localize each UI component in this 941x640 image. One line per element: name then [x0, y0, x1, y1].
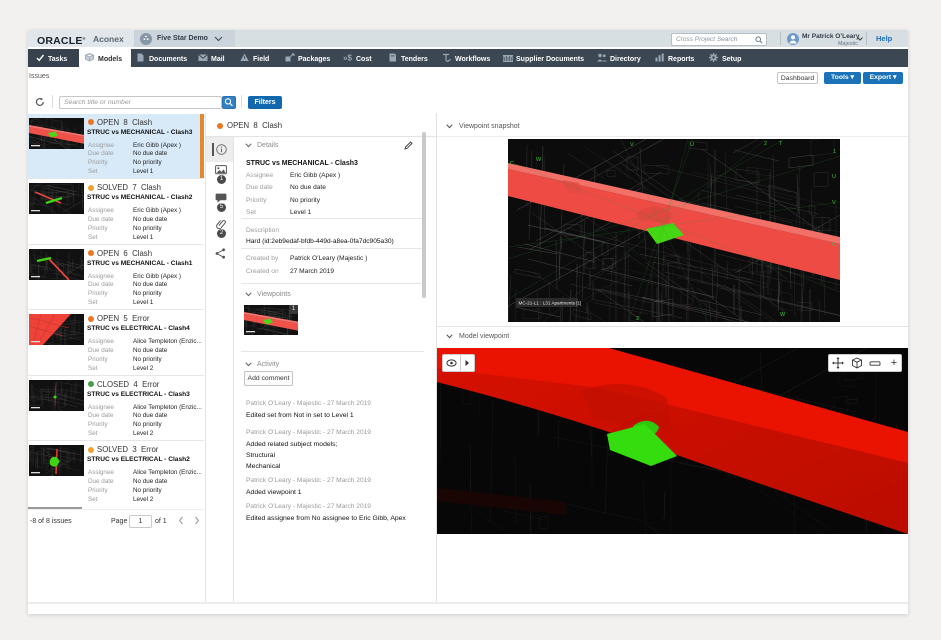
svg-text:W: W — [536, 157, 542, 163]
svg-text:V: V — [832, 200, 836, 206]
svg-text:U: U — [690, 142, 694, 148]
svg-text:2: 2 — [636, 316, 639, 322]
svg-text:1: 1 — [833, 149, 836, 155]
svg-text:V: V — [630, 142, 634, 148]
svg-text:2: 2 — [764, 141, 767, 147]
svg-text:C: C — [832, 242, 836, 248]
svg-text:W: W — [780, 312, 786, 318]
svg-text:U: U — [832, 174, 836, 180]
svg-text:C: C — [510, 161, 514, 167]
svg-text:MC-21-L1 : L31 Apartments [1]: MC-21-L1 : L31 Apartments [1] — [519, 301, 582, 306]
svg-text:»$: »$ — [343, 54, 352, 63]
